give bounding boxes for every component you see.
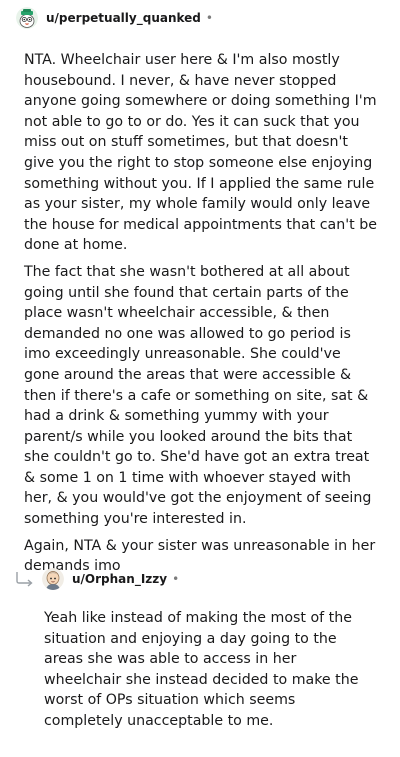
comment-body: NTA. Wheelchair user here & I'm also mos… [24,50,380,577]
username-link[interactable]: u/Orphan_Izzy [72,572,167,586]
comment-paragraph: NTA. Wheelchair user here & I'm also mos… [24,52,377,254]
comment-header: u/perpetually_quanked • [16,6,400,30]
reply-arrow-icon [16,572,33,587]
separator-dot: • [172,572,180,586]
reply-header: u/Orphan_Izzy • [0,566,400,592]
comment-paragraph: The fact that she wasn't bothered at all… [24,263,372,528]
reply-body: Yeah like instead of making the most of … [44,608,374,732]
reply-paragraph: Yeah like instead of making the most of … [44,610,359,729]
separator-dot: • [205,11,213,25]
reply-comment: u/Orphan_Izzy • Yeah like instead of mak… [0,566,400,738]
comment: u/perpetually_quanked • NTA. Wheelchair … [0,0,400,577]
user-avatar-icon[interactable] [42,568,64,590]
user-avatar-icon[interactable] [16,7,38,29]
username-link[interactable]: u/perpetually_quanked [46,11,201,25]
